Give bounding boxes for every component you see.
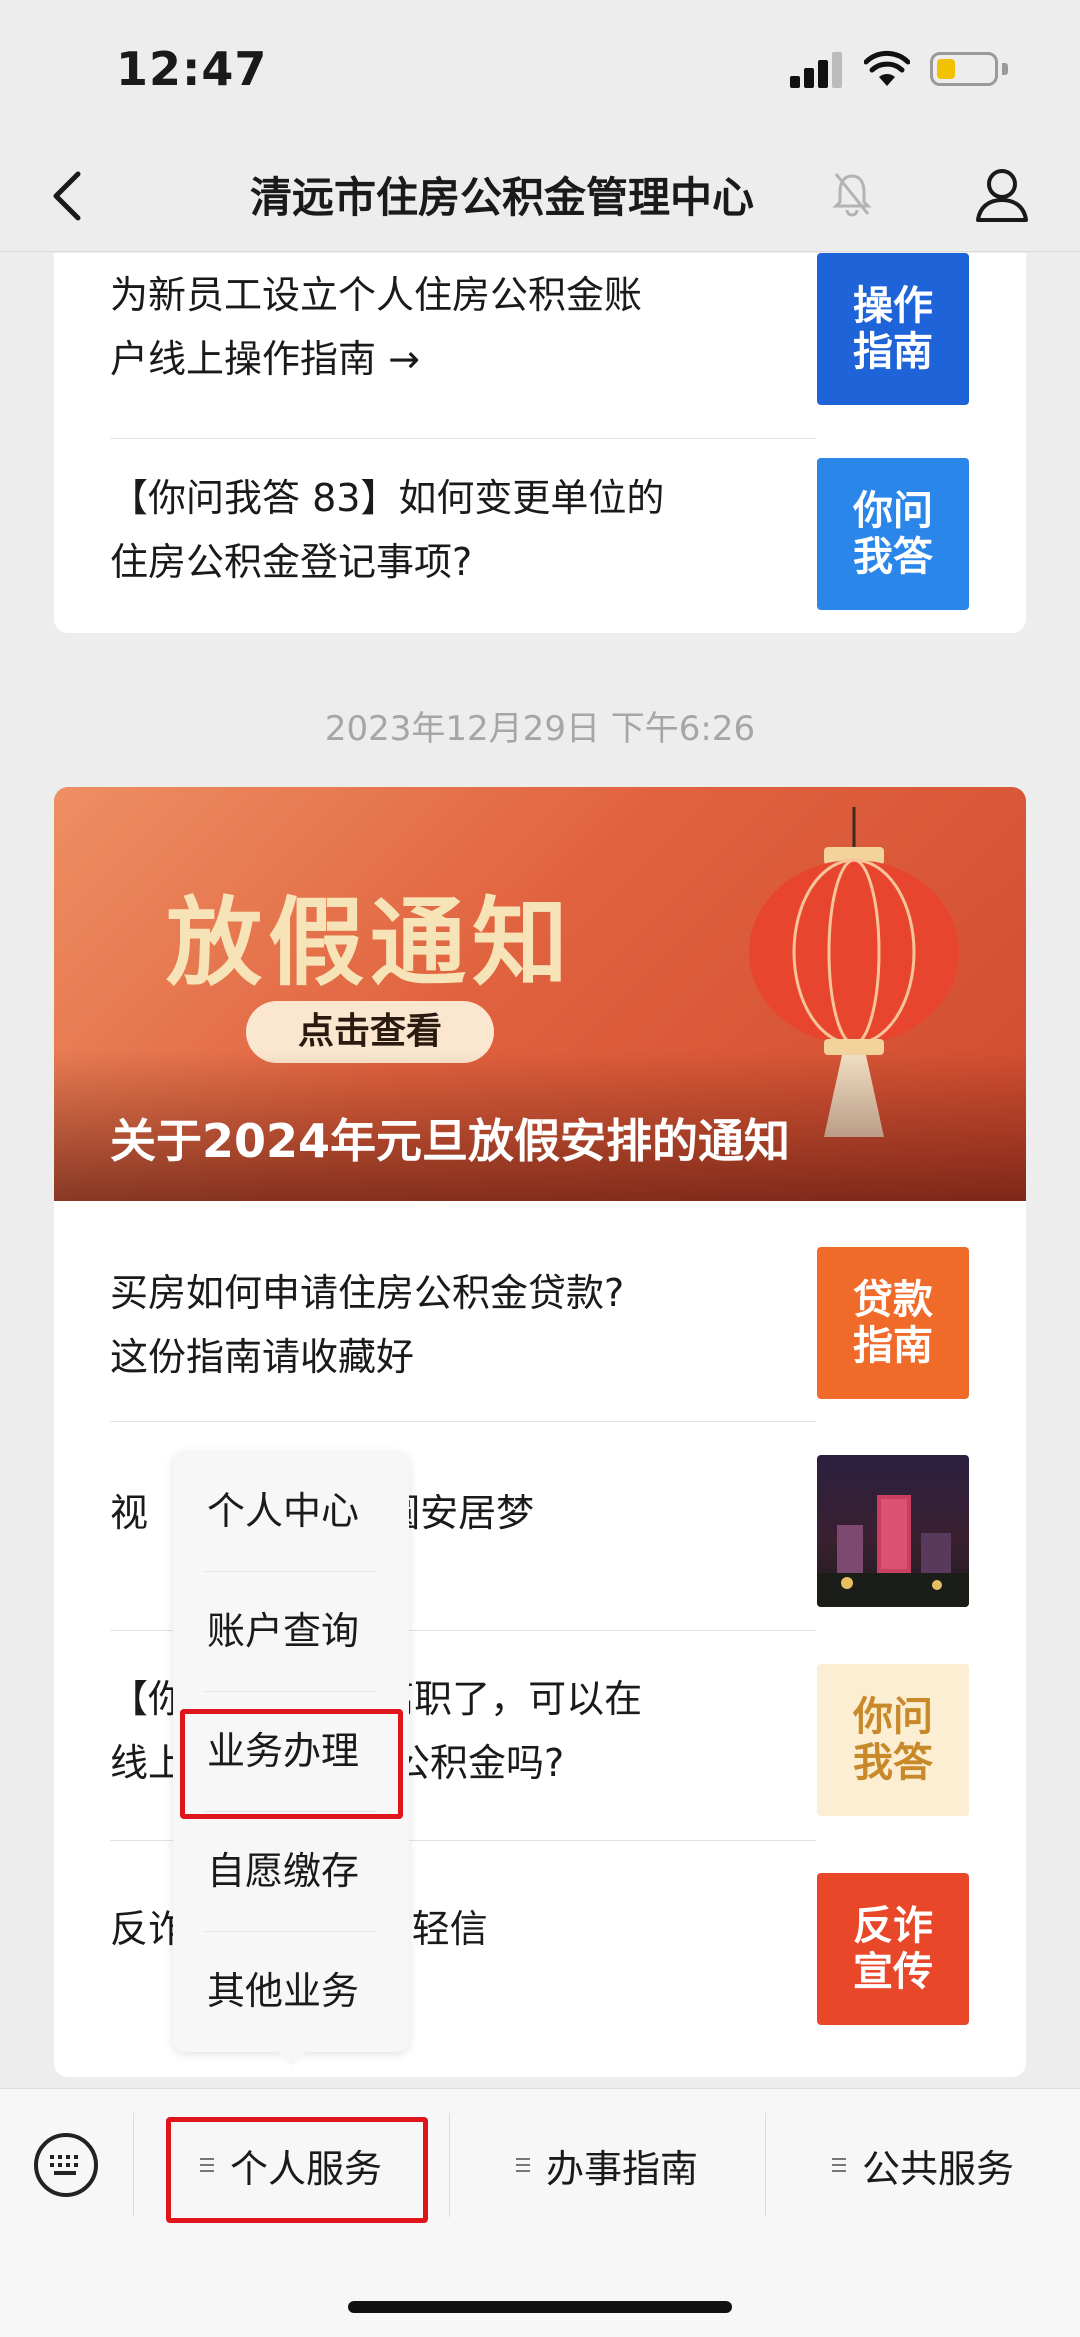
banner-caption: 关于2024年元旦放假安排的通知 [110, 1114, 791, 1168]
article-thumbnail[interactable]: 你问 我答 [817, 458, 969, 610]
bottom-menu-bar: 个人服务 办事指南 公共服务 [0, 2088, 1080, 2337]
keyboard-icon[interactable] [34, 2133, 98, 2197]
menu-item-voluntary-deposit[interactable]: 自愿缴存 [173, 1812, 409, 1931]
article-title[interactable]: 【你问我答 83】如何变更单位的 住房公积金登记事项? [110, 466, 814, 594]
tab-highlight-box [166, 2117, 428, 2223]
page-title: 清远市住房公积金管理中心 [250, 173, 755, 222]
wifi-icon [864, 50, 910, 86]
article-thumbnail[interactable]: 贷款 指南 [817, 1247, 969, 1399]
article-thumbnail[interactable]: 你问 我答 [817, 1664, 969, 1816]
cellular-signal-icon [790, 52, 844, 88]
article-thumbnail[interactable]: 操作 指南 [817, 253, 969, 405]
banner-article[interactable]: 放假通知 点击查看 关于2024年元旦放假安排的通知 [54, 787, 1026, 1201]
status-time: 12:47 [116, 42, 268, 96]
article-title[interactable]: 为新员工设立个人住房公积金账 户线上操作指南 → [110, 263, 814, 391]
home-indicator[interactable] [348, 2301, 732, 2313]
banner-heading: 放假通知 [166, 886, 574, 999]
battery-icon [930, 52, 998, 86]
article-title[interactable]: 买房如何申请住房公积金贷款? 这份指南请收藏好 [110, 1261, 814, 1389]
message-list[interactable]: 为新员工设立个人住房公积金账 户线上操作指南 → 操作 指南 【你问我答 83】… [0, 253, 1080, 2088]
city-night-image [817, 1495, 969, 1607]
article-thumbnail[interactable] [817, 1455, 969, 1607]
menu-item-other-business[interactable]: 其他业务 [173, 1932, 409, 2051]
menu-lines-icon [831, 2155, 846, 2175]
article-card: 为新员工设立个人住房公积金账 户线上操作指南 → 操作 指南 【你问我答 83】… [54, 253, 1026, 633]
nav-bar: 清远市住房公积金管理中心 [0, 140, 1080, 252]
menu-highlight-box [180, 1709, 403, 1819]
tab-public-service[interactable]: 公共服务 [766, 2125, 1080, 2205]
back-arrow-icon[interactable] [40, 162, 100, 230]
menu-lines-icon [515, 2155, 530, 2175]
message-timestamp: 2023年12月29日 下午6:26 [324, 709, 756, 749]
profile-icon[interactable] [972, 164, 1032, 224]
tab-service-guide[interactable]: 办事指南 [450, 2125, 764, 2205]
status-bar: 12:47 [0, 0, 1080, 140]
menu-item-personal-center[interactable]: 个人中心 [173, 1452, 409, 1571]
article-thumbnail[interactable]: 反诈 宣传 [817, 1873, 969, 2025]
battery-level [937, 59, 955, 79]
mute-bell-icon [832, 173, 872, 217]
menu-item-account-query[interactable]: 账户查询 [173, 1572, 409, 1691]
